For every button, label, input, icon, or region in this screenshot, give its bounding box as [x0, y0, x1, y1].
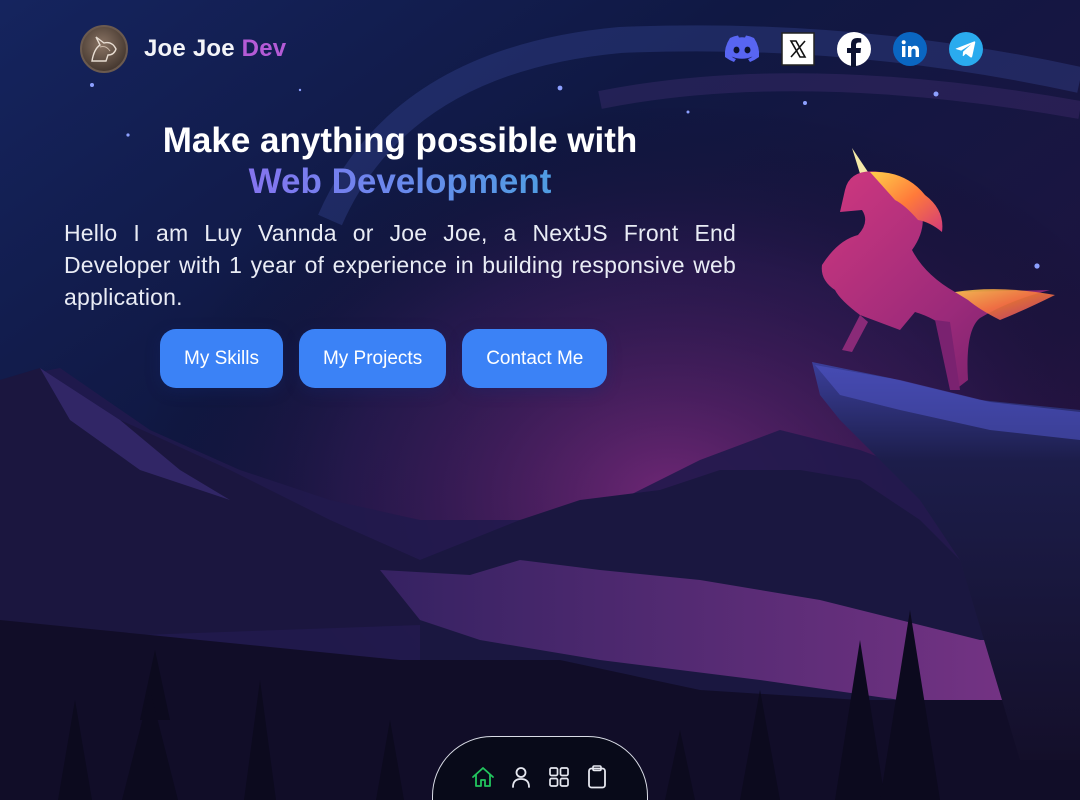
cta-buttons: My Skills My Projects Contact Me: [160, 329, 608, 388]
x-icon[interactable]: [780, 31, 816, 67]
linkedin-icon[interactable]: [892, 31, 928, 67]
clipboard-icon[interactable]: [585, 765, 609, 789]
facebook-icon[interactable]: [836, 31, 872, 67]
my-projects-button[interactable]: My Projects: [298, 329, 447, 388]
hero-title-main: Make anything possible with: [162, 121, 638, 160]
grid-icon[interactable]: [547, 765, 571, 789]
hero-title-accent: Web Development: [60, 161, 740, 202]
brand-name-accent: Dev: [241, 35, 287, 62]
home-icon[interactable]: [471, 765, 495, 789]
social-links: [724, 31, 984, 67]
brand-name: Joe Joe Dev: [144, 35, 286, 63]
brand[interactable]: Joe Joe Dev: [80, 25, 286, 73]
user-icon[interactable]: [509, 765, 533, 789]
contact-me-button[interactable]: Contact Me: [462, 329, 608, 388]
hero-title: Make anything possible with Web Developm…: [60, 120, 740, 202]
hero-description: Hello I am Luy Vannda or Joe Joe, a Next…: [64, 220, 736, 310]
unicorn-head-icon: [80, 25, 128, 73]
my-skills-button[interactable]: My Skills: [160, 329, 283, 388]
brand-name-primary: Joe Joe: [144, 35, 235, 62]
discord-icon[interactable]: [724, 31, 760, 67]
bottom-dock-nav: [432, 736, 648, 800]
telegram-icon[interactable]: [948, 31, 984, 67]
